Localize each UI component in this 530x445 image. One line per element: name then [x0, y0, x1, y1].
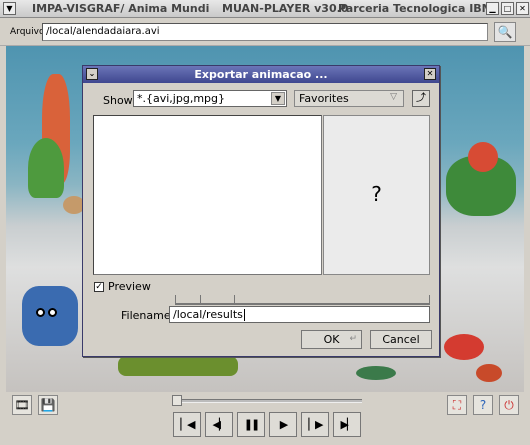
help-button[interactable]: ?: [473, 395, 493, 415]
path-segment-bar[interactable]: [175, 295, 430, 305]
fish-shape: [476, 364, 502, 382]
preview-placeholder: ?: [371, 182, 382, 206]
close-icon[interactable]: ✕: [516, 2, 529, 15]
step-forward-button[interactable]: ▏▶: [301, 412, 329, 437]
fullscreen-icon: ⛶: [452, 397, 462, 412]
file-list[interactable]: [93, 115, 322, 275]
pause-button[interactable]: ❚❚: [237, 412, 265, 437]
last-frame-button[interactable]: ▶▏: [333, 412, 361, 437]
player-toolbar: 🎞 💾 ▏◀ ◀▏ ❚❚ ▶ ▏▶ ▶▏ ⛶ ? ⏻: [0, 392, 530, 445]
exit-button[interactable]: ⏻: [499, 395, 519, 415]
window-title-left: IMPA-VISGRAF/ Anima Mundi: [32, 2, 210, 15]
show-label: Show:: [103, 94, 136, 107]
open-movie-icon: 🎞: [14, 398, 30, 412]
cancel-button[interactable]: Cancel: [370, 330, 432, 349]
step-back-icon: ◀▏: [212, 418, 228, 431]
play-button[interactable]: ▶: [269, 412, 297, 437]
chevron-down-icon: ▼: [271, 92, 285, 105]
preview-checkbox[interactable]: ✓: [94, 281, 104, 292]
help-icon: ?: [479, 398, 487, 412]
window-titlebar: ▼ IMPA-VISGRAF/ Anima Mundi MUAN-PLAYER …: [0, 0, 530, 18]
step-back-button[interactable]: ◀▏: [205, 412, 233, 437]
step-forward-icon: ▏▶: [308, 418, 324, 431]
coral-shape: [468, 142, 498, 172]
cancel-label: Cancel: [382, 333, 420, 346]
plant-shape: [118, 356, 238, 376]
window-title-center: MUAN-PLAYER v30.0: [222, 2, 349, 15]
favorites-label: Favorites: [299, 92, 349, 105]
dialog-close-icon[interactable]: ✕: [424, 68, 436, 80]
path-segment-divider: [200, 295, 201, 304]
dialog-titlebar: ⌄ Exportar animacao ... ✕: [83, 66, 439, 83]
filename-value: /local/results: [173, 308, 243, 321]
path-segment-divider: [234, 295, 235, 304]
triangle-down-icon: ▽: [390, 92, 397, 102]
ok-button[interactable]: OK ↵: [301, 330, 362, 349]
file-filter-value: *.{avi,jpg,mpg}: [137, 92, 225, 105]
file-bar: Arquivo: /local/alendadaiara.avi 🔍: [0, 18, 530, 46]
browse-icon: 🔍: [497, 25, 513, 39]
up-folder-icon: ⤴: [416, 93, 426, 104]
filename-label: Filename:: [121, 309, 175, 322]
starfish-eye: [36, 308, 45, 317]
plant-shape: [28, 138, 64, 198]
favorites-button[interactable]: Favorites ▽: [294, 90, 404, 107]
fullscreen-button[interactable]: ⛶: [447, 395, 467, 415]
clay-rock: [356, 366, 396, 380]
play-icon: ▶: [279, 418, 289, 431]
browse-file-button[interactable]: 🔍: [494, 22, 516, 42]
first-frame-icon: ▏◀: [180, 418, 196, 431]
export-dialog: ⌄ Exportar animacao ... ✕ Show: *.{avi,j…: [82, 65, 440, 357]
maximize-icon[interactable]: □: [501, 2, 514, 15]
window-menu-icon[interactable]: ▼: [3, 2, 16, 15]
timeline-slider[interactable]: [172, 399, 362, 403]
file-path-input[interactable]: /local/alendadaiara.avi: [42, 23, 488, 41]
first-frame-button[interactable]: ▏◀: [173, 412, 201, 437]
fish-shape: [444, 334, 484, 360]
ok-label: OK: [323, 333, 340, 346]
preview-pane: ?: [323, 115, 430, 275]
file-filter-select[interactable]: *.{avi,jpg,mpg} ▼: [133, 90, 287, 107]
last-frame-icon: ▶▏: [340, 418, 356, 431]
starfish-eye: [48, 308, 57, 317]
save-button[interactable]: 💾: [38, 395, 58, 415]
preview-label: Preview: [108, 280, 151, 293]
enter-key-icon: ↵: [349, 334, 357, 344]
filename-input[interactable]: /local/results: [169, 306, 430, 323]
preview-checkbox-row[interactable]: ✓ Preview: [94, 280, 151, 293]
dialog-title: Exportar animacao ...: [194, 68, 328, 81]
parent-folder-button[interactable]: ⤴: [412, 90, 430, 107]
open-movie-button[interactable]: 🎞: [12, 395, 32, 415]
exit-icon: ⏻: [504, 397, 514, 412]
save-icon: 💾: [40, 398, 56, 412]
timeline-slider-handle[interactable]: [172, 395, 182, 406]
minimize-icon[interactable]: ▁: [486, 2, 499, 15]
text-caret: [243, 309, 245, 321]
pause-icon: ❚❚: [243, 418, 261, 431]
window-title-right: Parceria Tecnologica IBM: [338, 2, 493, 15]
